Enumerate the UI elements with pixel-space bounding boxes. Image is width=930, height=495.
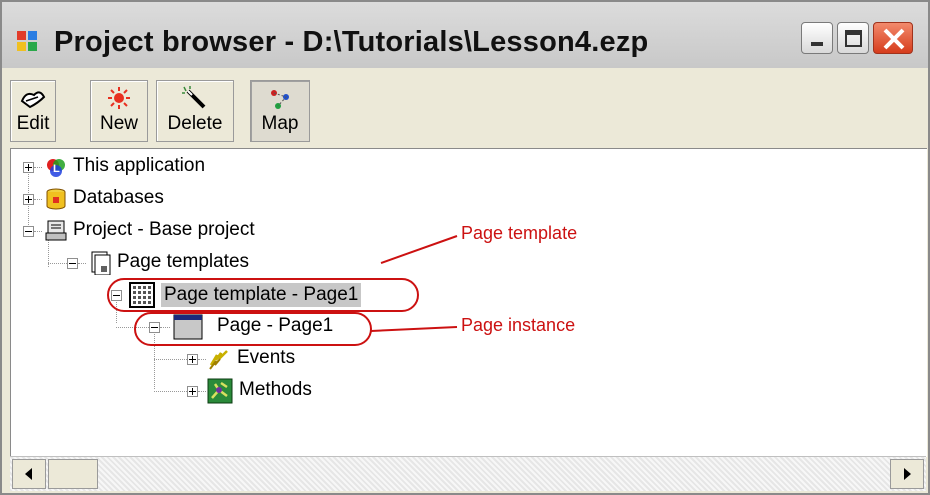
- delete-label: Delete: [167, 113, 223, 134]
- new-icon: [108, 87, 130, 109]
- edit-icon: [20, 91, 46, 109]
- edit-label: Edit: [16, 113, 50, 134]
- new-button[interactable]: New: [90, 80, 148, 142]
- page-instance-annotation: Page instance: [461, 315, 576, 335]
- page-instance-pointer-line: [370, 326, 458, 332]
- scroll-thumb[interactable]: [48, 459, 98, 489]
- arrow-right-icon: [904, 468, 911, 480]
- new-label: New: [99, 113, 138, 134]
- horizontal-scrollbar[interactable]: [10, 456, 926, 491]
- maximize-icon: [845, 30, 862, 47]
- title-bar[interactable]: Project browser - D:\Tutorials\Lesson4.e…: [2, 2, 928, 68]
- window-title: Project browser - D:\Tutorials\Lesson4.e…: [54, 26, 649, 58]
- annotation-overlay: [107, 235, 458, 346]
- minimize-button[interactable]: [801, 22, 833, 54]
- scroll-right-button[interactable]: [890, 459, 924, 489]
- wand-delete-icon: [182, 86, 206, 109]
- edit-button[interactable]: Edit: [10, 80, 56, 142]
- scroll-left-button[interactable]: [12, 459, 46, 489]
- project-tree[interactable]: L This application Databases Project - B…: [10, 148, 927, 457]
- delete-button[interactable]: Delete: [156, 80, 234, 142]
- map-button[interactable]: Map: [250, 80, 310, 142]
- toolbar: Edit New Delete Map: [2, 70, 928, 148]
- arrow-left-icon: [25, 468, 32, 480]
- page-template-pointer-line: [380, 235, 458, 264]
- minimize-icon: [811, 42, 823, 46]
- close-button[interactable]: [873, 22, 913, 54]
- app-icon: [17, 31, 37, 51]
- map-label: Map: [261, 113, 299, 134]
- page-template-annotation: Page template: [461, 223, 578, 243]
- close-icon: [883, 28, 905, 50]
- map-icon: [271, 90, 289, 109]
- page-template-highlight-oval: [107, 278, 419, 312]
- page-instance-highlight-oval: [134, 312, 372, 346]
- project-browser-window: Project browser - D:\Tutorials\Lesson4.e…: [0, 0, 930, 495]
- maximize-button[interactable]: [837, 22, 869, 54]
